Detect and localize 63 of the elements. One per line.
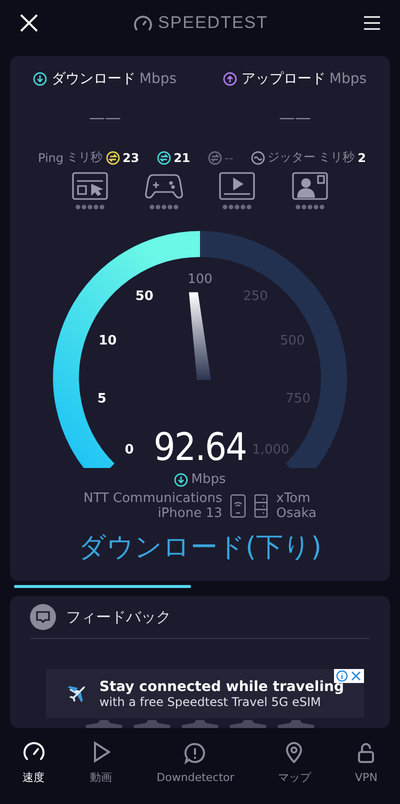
ping-value: -- [224,150,234,164]
unit-label: ミリ秒 [66,149,103,166]
ad-title: Stay connected while traveling [99,678,344,694]
rating-dots [148,204,179,210]
jitter-icon [250,150,265,164]
gauge-tick-label: 10 [98,334,117,349]
ad-banner[interactable]: Stay connected while traveling with a free Speedtest Travel 5G eSIM [46,669,364,718]
download-icon [33,72,48,86]
speedometer-icon [134,15,152,31]
speed-reading: 92.64 [154,425,246,468]
ad-subtitle: with a free Speedtest Travel 5G eSIM [99,694,322,708]
phone-wifi-icon [230,494,246,518]
test-phase-label: ダウンロード(下り) [77,531,323,565]
gauge-tick-label: 0 [124,442,134,458]
star-icon [86,720,122,728]
browser-cursor-icon [72,172,108,200]
server-icon [254,494,268,518]
upload-icon [223,72,238,86]
ping-label: Ping [38,150,64,164]
device-name: iPhone 13 [158,506,222,521]
gauge-tick-label: 100 [188,272,212,287]
gauge-tick-label: 50 [135,288,154,304]
rating-dots [222,204,252,210]
nav-tab[interactable]: VPN [354,740,378,784]
nav-tab[interactable]: Downdetector [156,740,234,784]
jitter-label: ジッター [268,149,316,166]
gauge-tick-label: 5 [97,392,106,406]
unit-label: Mbps [139,71,177,87]
alert-icon [183,740,208,764]
nav-tab[interactable]: 速度 [22,740,46,784]
gamepad-icon [144,172,183,200]
unit-label: Mbps [329,71,367,87]
unit-label: ミリ秒 [318,149,355,166]
result-value: —— [279,108,311,127]
feedback-title: フィードバック [66,608,171,626]
ping-upload-icon [208,150,222,164]
ping-value: 21 [174,150,190,164]
star-icon [182,720,218,728]
ping-download-icon [156,150,171,164]
info-icon[interactable] [336,670,348,682]
result-value: —— [89,108,121,127]
download-icon [174,472,188,486]
ping-idle-icon [106,150,120,164]
star-icon [278,720,314,728]
jitter-value: 2 [358,150,366,164]
ping-value: 23 [122,150,140,164]
logo-text: SPEEDTEST [158,13,268,33]
unit-label: Mbps [191,472,226,487]
chat-bubble-icon [30,604,56,630]
nav-tab[interactable]: マップ [278,740,311,784]
provider-name: NTT Communications [84,491,222,506]
video-call-icon [292,172,328,200]
result-label: ダウンロード [51,70,136,88]
menu-icon[interactable] [364,15,380,31]
nav-tab[interactable]: 動画 [89,740,114,784]
rating-dots [75,204,106,210]
star-icon [230,720,266,728]
result-label: アップロード [241,70,326,88]
rating-dots [294,204,325,210]
server-name: xTom [276,491,310,506]
server-location: Osaka [276,506,316,521]
star-icon [134,720,170,728]
video-player-icon [219,172,256,200]
